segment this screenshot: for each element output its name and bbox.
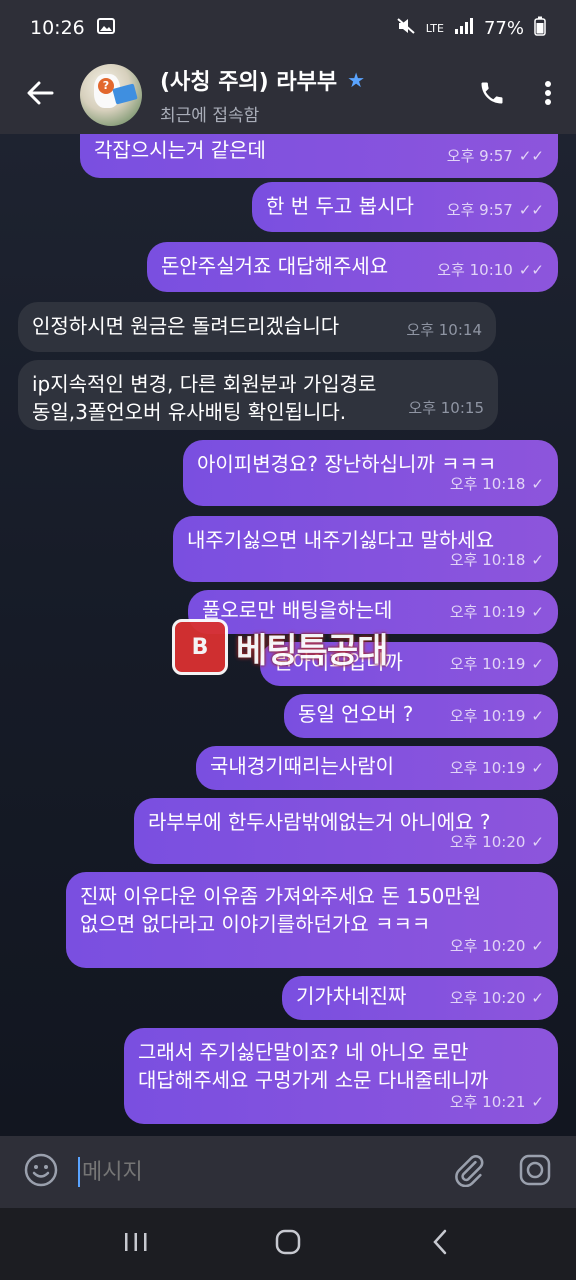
battery-level: 77% [483, 17, 524, 39]
chat-header: ? (사칭 주의) 라부부 ★ 최근에 접속함 [0, 56, 576, 134]
message-time: 오후 10:18 [449, 475, 526, 493]
message-bubble-outgoing[interactable]: 국내경기때리는사람이 오후 10:19 ✓ [196, 746, 558, 790]
check-icon: ✓ [531, 603, 544, 621]
message-time: 오후 9:57 [446, 147, 513, 165]
phone-icon [478, 79, 506, 111]
emoji-icon [23, 1152, 59, 1192]
text-caret [78, 1157, 80, 1187]
message-time: 오후 10:20 [449, 937, 526, 955]
message-bubble-outgoing[interactable]: 각잡으시는거 같은데 오후 9:57 ✓✓ [80, 134, 558, 178]
check-icon: ✓ [531, 759, 544, 777]
message-bubble-incoming[interactable]: 인정하시면 원금은 돌려드리겠습니다 오후 10:14 [18, 302, 496, 352]
check-icon: ✓ [531, 707, 544, 725]
message-bubble-incoming[interactable]: ip지속적인 변경, 다른 회원분과 가입경로 동일,3폴언오버 유사배팅 확인… [18, 360, 498, 430]
message-time: 오후 10:19 [449, 707, 526, 725]
system-navigation-bar [0, 1208, 576, 1280]
check-icon: ✓ [531, 655, 544, 673]
composer-bar [0, 1136, 576, 1208]
emoji-button[interactable] [18, 1149, 64, 1195]
message-time: 오후 10:15 [408, 399, 484, 417]
message-bubble-outgoing[interactable]: 돈안주실거죠 대답해주세요 오후 10:10 ✓✓ [147, 242, 558, 292]
gallery-notification-icon [96, 17, 115, 39]
camera-icon [517, 1152, 553, 1192]
clock: 10:26 [30, 17, 85, 39]
battery-icon [534, 16, 546, 41]
chat-title: (사칭 주의) 라부부 [160, 70, 338, 95]
status-icons: LTE 77% [396, 16, 546, 41]
message-time: 오후 10:19 [449, 759, 526, 777]
paperclip-icon [452, 1153, 486, 1191]
attach-button[interactable] [446, 1149, 492, 1195]
message-bubble-outgoing[interactable]: 동일 언오버 ? 오후 10:19 ✓ [284, 694, 558, 738]
call-button[interactable] [464, 56, 520, 134]
message-text: 그래서 주기싫단말이죠? 네 아니오 로만 대답해주세요 구멍가게 소문 다내줄… [138, 1040, 489, 1092]
check-icon: ✓ [531, 1093, 544, 1111]
camera-button[interactable] [512, 1149, 558, 1195]
status-bar: 10:26 LTE 77% [0, 0, 576, 56]
message-time: 오후 10:19 [449, 603, 526, 621]
watermark-emblem: B [172, 619, 228, 675]
message-bubble-outgoing[interactable]: 라부부에 한두사람밖에없는거 아니에요 ? 오후 10:20 ✓ [134, 798, 558, 864]
network-type-label: LTE [425, 21, 444, 35]
check-icon: ✓ [531, 551, 544, 569]
watermark-text: 베팅특공대 [236, 630, 388, 671]
avatar[interactable]: ? [80, 64, 142, 126]
check-icon: ✓ [531, 833, 544, 851]
star-icon: ★ [347, 68, 366, 92]
message-time: 오후 9:57 [446, 201, 513, 219]
recent-apps-icon [123, 1230, 149, 1258]
message-time: 오후 10:14 [406, 321, 482, 339]
double-check-icon: ✓✓ [518, 261, 544, 279]
double-check-icon: ✓✓ [518, 147, 544, 165]
message-bubble-outgoing[interactable]: 그래서 주기싫단말이죠? 네 아니오 로만 대답해주세요 구멍가게 소문 다내줄… [124, 1028, 558, 1124]
mute-icon [396, 17, 416, 40]
arrow-left-icon [26, 81, 54, 109]
back-button[interactable] [0, 56, 80, 134]
message-bubble-outgoing[interactable]: 진짜 이유다운 이유좀 가져와주세요 돈 150만원 없으면 없다라고 이야기를… [66, 872, 558, 968]
watermark-logo: B 베팅특공대 [172, 612, 412, 682]
signal-icon [454, 17, 474, 40]
back-nav-button[interactable] [410, 1214, 470, 1274]
more-options-button[interactable] [520, 56, 576, 134]
contact-info[interactable]: (사칭 주의) 라부부 ★ 최근에 접속함 [160, 64, 464, 126]
more-vertical-icon [544, 80, 552, 110]
double-check-icon: ✓✓ [518, 201, 544, 219]
message-bubble-outgoing[interactable]: 기가차네진짜 오후 10:20 ✓ [282, 976, 558, 1020]
message-time: 오후 10:20 [449, 833, 526, 851]
message-bubble-outgoing[interactable]: 한 번 두고 봅시다 오후 9:57 ✓✓ [252, 182, 558, 232]
home-button[interactable] [258, 1214, 318, 1274]
home-icon [275, 1229, 301, 1259]
message-list[interactable]: 각잡으시는거 같은데 오후 9:57 ✓✓ 한 번 두고 봅시다 오후 9:57 ✓… [0, 134, 576, 1136]
message-bubble-outgoing[interactable]: 내주기싫으면 내주기싫다고 말하세요 오후 10:18 ✓ [173, 516, 558, 582]
message-bubble-outgoing[interactable]: 아이피변경요? 장난하십니까 ㅋㅋㅋ 오후 10:18 ✓ [183, 440, 558, 506]
chevron-left-icon [431, 1229, 449, 1259]
message-input[interactable] [82, 1159, 426, 1185]
message-time: 오후 10:10 [437, 261, 513, 279]
check-icon: ✓ [531, 989, 544, 1007]
message-time: 오후 10:20 [449, 989, 526, 1007]
message-time: 오후 10:18 [449, 551, 526, 569]
recent-apps-button[interactable] [106, 1214, 166, 1274]
check-icon: ✓ [531, 937, 544, 955]
check-icon: ✓ [531, 475, 544, 493]
message-time: 오후 10:19 [449, 655, 526, 673]
message-text: 진짜 이유다운 이유좀 가져와주세요 돈 150만원 없으면 없다라고 이야기를… [80, 884, 482, 936]
last-seen-status: 최근에 접속함 [160, 106, 260, 126]
message-time: 오후 10:21 [449, 1093, 526, 1111]
